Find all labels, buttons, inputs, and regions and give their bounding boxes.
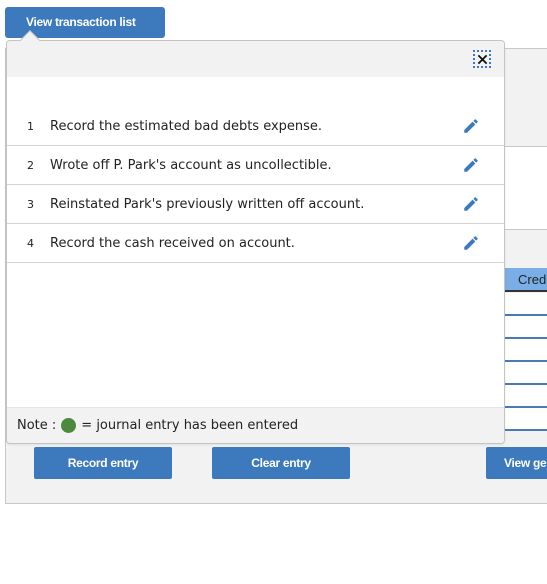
credit-input[interactable] bbox=[505, 293, 547, 316]
credit-column-header: Cred bbox=[505, 268, 547, 292]
close-icon bbox=[477, 54, 487, 64]
credit-input[interactable] bbox=[505, 339, 547, 362]
note-text: = journal entry has been entered bbox=[81, 418, 299, 433]
transaction-number: 3 bbox=[27, 197, 34, 211]
popup-header bbox=[7, 41, 504, 77]
transaction-row[interactable]: 1 Record the estimated bad debts expense… bbox=[7, 107, 504, 146]
close-button[interactable] bbox=[473, 50, 491, 68]
entered-status-dot-icon bbox=[61, 418, 77, 433]
transaction-description: Reinstated Park's previously written off… bbox=[50, 196, 365, 212]
credit-column-inputs bbox=[505, 293, 547, 431]
transaction-row[interactable]: 4 Record the cash received on account. bbox=[7, 224, 504, 263]
note-prefix: Note : bbox=[17, 418, 57, 433]
transaction-list-popup: 1 Record the estimated bad debts expense… bbox=[6, 40, 505, 444]
transaction-number: 2 bbox=[27, 158, 34, 172]
credit-input[interactable] bbox=[505, 408, 547, 431]
pencil-edit-icon[interactable] bbox=[462, 156, 480, 174]
record-entry-button[interactable]: Record entry bbox=[34, 447, 172, 479]
pencil-edit-icon[interactable] bbox=[462, 195, 480, 213]
credit-input[interactable] bbox=[505, 385, 547, 408]
transaction-description: Wrote off P. Park's account as uncollect… bbox=[50, 157, 332, 173]
clear-entry-button[interactable]: Clear entry bbox=[212, 447, 350, 479]
pencil-edit-icon[interactable] bbox=[462, 117, 480, 135]
view-general-journal-button[interactable]: View ge bbox=[486, 447, 547, 479]
transaction-number: 1 bbox=[27, 119, 34, 133]
transaction-number: 4 bbox=[27, 236, 34, 250]
transaction-description: Record the estimated bad debts expense. bbox=[50, 118, 323, 134]
transaction-row[interactable]: 3 Reinstated Park's previously written o… bbox=[7, 185, 504, 224]
transaction-list: 1 Record the estimated bad debts expense… bbox=[7, 107, 504, 263]
pencil-edit-icon[interactable] bbox=[462, 234, 480, 252]
credit-input[interactable] bbox=[505, 362, 547, 385]
credit-input[interactable] bbox=[505, 316, 547, 339]
legend-note: Note : = journal entry has been entered bbox=[7, 407, 504, 443]
transaction-description: Record the cash received on account. bbox=[50, 235, 295, 251]
transaction-row[interactable]: 2 Wrote off P. Park's account as uncolle… bbox=[7, 146, 504, 185]
journal-entry-area bbox=[505, 146, 547, 230]
